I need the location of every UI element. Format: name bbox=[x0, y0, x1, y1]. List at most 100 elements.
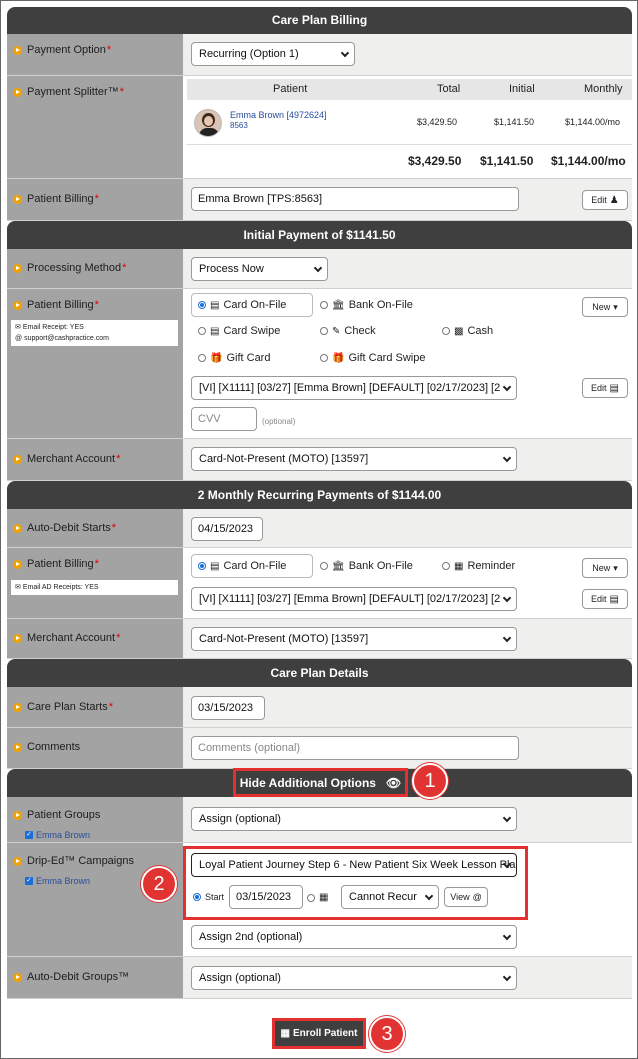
merchant-account-select[interactable]: Card-Not-Present (MOTO) [13597] bbox=[191, 447, 517, 471]
chevron-down-icon bbox=[502, 972, 512, 982]
annotation-badge-3: 3 bbox=[369, 1016, 405, 1052]
enroll-patient-button[interactable]: ▦ Enroll Patient bbox=[272, 1018, 366, 1049]
email-ad-receipt-info: ✉ Email AD Receipts: YES bbox=[11, 580, 178, 595]
bank-icon: 🏛 bbox=[332, 299, 345, 311]
money-icon: ▩ bbox=[454, 325, 464, 337]
credit-card-icon: ▤ bbox=[609, 382, 619, 394]
cvv-input[interactable]: CVV bbox=[191, 407, 257, 431]
merchant-account-select[interactable]: Card-Not-Present (MOTO) [13597] bbox=[191, 627, 517, 651]
campaigns-label: Drip-Ed™ Campaigns bbox=[27, 855, 134, 867]
checkbox-icon[interactable]: ✓ bbox=[25, 877, 33, 885]
patient-groups-select[interactable]: Assign (optional) bbox=[191, 807, 517, 831]
radio-gift-card-swipe[interactable]: 🎁 Gift Card Swipe bbox=[320, 352, 425, 364]
new-payment-button[interactable]: New ▾ bbox=[582, 297, 628, 317]
processing-method-label: Processing Method bbox=[27, 262, 122, 274]
caret-down-icon: ▾ bbox=[613, 562, 618, 573]
payment-splitter-row: Payment Splitter™ * Patient Total Initial… bbox=[7, 76, 632, 179]
chevron-down-icon bbox=[502, 453, 512, 463]
patient-groups-label: Patient Groups bbox=[27, 809, 101, 821]
bullet-icon bbox=[13, 972, 22, 982]
chevron-down-icon bbox=[502, 633, 512, 643]
payment-option-select[interactable]: Recurring (Option 1) bbox=[191, 42, 355, 66]
bullet-icon bbox=[13, 194, 22, 204]
new-payment-button[interactable]: New ▾ bbox=[582, 558, 628, 578]
splitter-totals-row: $3,429.50 $1,141.50 $1,144.00/mo bbox=[408, 154, 626, 168]
bullet-icon bbox=[13, 810, 22, 820]
card-on-file-select[interactable]: [VI] [X1111] [03/27] [Emma Brown] [DEFAU… bbox=[191, 376, 517, 400]
at-icon: @ bbox=[15, 335, 23, 342]
radio-cash[interactable]: ▩ Cash bbox=[442, 325, 493, 337]
patient-link[interactable]: Emma Brown [4972624] bbox=[230, 110, 327, 120]
bullet-icon bbox=[13, 523, 22, 533]
bullet-icon bbox=[13, 633, 22, 643]
bullet-icon bbox=[13, 559, 22, 569]
splitter-table: Patient Total Initial Monthly Emma Brown… bbox=[183, 76, 632, 178]
email-receipt-info: ✉ Email Receipt: YES @ support@cashpract… bbox=[11, 320, 178, 346]
annotation-badge-1: 1 bbox=[412, 763, 448, 799]
auto-debit-groups-row: Auto-Debit Groups™ Assign (optional) bbox=[7, 957, 632, 999]
patient-billing-label: Patient Billing bbox=[27, 193, 94, 205]
credit-card-icon: ▤ bbox=[210, 560, 220, 572]
gift-icon: 🎁 bbox=[210, 352, 223, 364]
radio-card-swipe[interactable]: ▤ Card Swipe bbox=[198, 325, 280, 337]
care-plan-billing-header: Care Plan Billing bbox=[7, 7, 632, 34]
hide-additional-options-toggle[interactable]: Hide Additional Options 👁 bbox=[233, 768, 408, 797]
comments-input[interactable]: Comments (optional) bbox=[191, 736, 519, 760]
comments-label: Comments bbox=[27, 741, 81, 753]
cvv-hint: (optional) bbox=[262, 417, 296, 426]
recurring-merchant-account-row: Merchant Account * Card-Not-Present (MOTO… bbox=[7, 619, 632, 659]
radio-card-on-file[interactable]: ▤ Card On-File bbox=[198, 299, 286, 311]
radio-check[interactable]: ✎ Check bbox=[320, 325, 376, 337]
edit-card-button[interactable]: Edit ▤ bbox=[582, 589, 628, 609]
campaign-second-select[interactable]: Assign 2nd (optional) bbox=[191, 925, 517, 949]
auto-debit-groups-label: Auto-Debit Groups™ bbox=[27, 971, 130, 983]
bullet-icon bbox=[13, 454, 22, 464]
bullet-icon bbox=[13, 742, 22, 752]
care-plan-start-date[interactable]: 03/15/2023 bbox=[191, 696, 265, 720]
chevron-down-icon bbox=[502, 593, 512, 603]
radio-gift-card[interactable]: 🎁 Gift Card bbox=[198, 352, 270, 364]
auto-debit-starts-label: Auto-Debit Starts bbox=[27, 522, 111, 534]
bullet-icon bbox=[13, 263, 22, 273]
care-plan-details-header: Care Plan Details bbox=[7, 659, 632, 687]
calculator-icon: ▦ bbox=[280, 1028, 290, 1039]
campaign-highlight-box bbox=[183, 846, 528, 920]
bullet-icon bbox=[13, 300, 22, 310]
patient-billing-row: Patient Billing * Emma Brown [TPS:8563] E… bbox=[7, 179, 632, 221]
splitter-header-row: Patient Total Initial Monthly bbox=[187, 79, 632, 100]
bullet-icon bbox=[13, 45, 22, 55]
patient-billing-label: Patient Billing bbox=[27, 558, 94, 570]
checkbox-icon[interactable]: ✓ bbox=[25, 831, 33, 839]
radio-card-on-file[interactable]: ▤ Card On-File bbox=[198, 560, 286, 572]
radio-reminder[interactable]: ▦ Reminder bbox=[442, 560, 515, 572]
merchant-account-label: Merchant Account bbox=[27, 453, 116, 465]
avatar bbox=[194, 109, 222, 137]
payment-option-label: Payment Option bbox=[27, 44, 106, 56]
user-icon: ♟ bbox=[609, 194, 619, 206]
bullet-icon bbox=[13, 702, 22, 712]
annotation-badge-2: 2 bbox=[141, 866, 177, 902]
processing-method-select[interactable]: Process Now bbox=[191, 257, 328, 281]
recurring-card-select[interactable]: [VI] [X1111] [03/27] [Emma Brown] [DEFAU… bbox=[191, 587, 517, 611]
edit-card-button[interactable]: Edit ▤ bbox=[582, 378, 628, 398]
radio-bank-on-file[interactable]: 🏛 Bank On-File bbox=[320, 560, 413, 572]
auto-debit-groups-select[interactable]: Assign (optional) bbox=[191, 966, 517, 990]
patient-billing-label: Patient Billing bbox=[27, 299, 94, 311]
bank-icon: 🏛 bbox=[332, 560, 345, 572]
recurring-payments-header: 2 Monthly Recurring Payments of $1144.00 bbox=[7, 481, 632, 509]
chevron-down-icon bbox=[502, 931, 512, 941]
comments-row: Comments Comments (optional) bbox=[7, 728, 632, 769]
chevron-down-icon bbox=[340, 48, 350, 58]
radio-bank-on-file[interactable]: 🏛 Bank On-File bbox=[320, 299, 413, 311]
credit-card-icon: ▤ bbox=[609, 593, 619, 605]
initial-patient-billing-row: Patient Billing * ✉ Email Receipt: YES @ … bbox=[7, 289, 632, 439]
edit-button[interactable]: Edit ♟ bbox=[582, 190, 628, 210]
auto-debit-start-date[interactable]: 04/15/2023 bbox=[191, 517, 263, 541]
merchant-account-label: Merchant Account bbox=[27, 632, 116, 644]
merchant-account-row: Merchant Account * Card-Not-Present (MOTO… bbox=[7, 439, 632, 481]
payment-option-row: Payment Option * Recurring (Option 1) bbox=[7, 34, 632, 76]
processing-method-row: Processing Method * Process Now bbox=[7, 249, 632, 289]
patient-billing-input[interactable]: Emma Brown [TPS:8563] bbox=[191, 187, 519, 211]
chevron-down-icon bbox=[313, 263, 323, 273]
chevron-down-icon bbox=[502, 382, 512, 392]
